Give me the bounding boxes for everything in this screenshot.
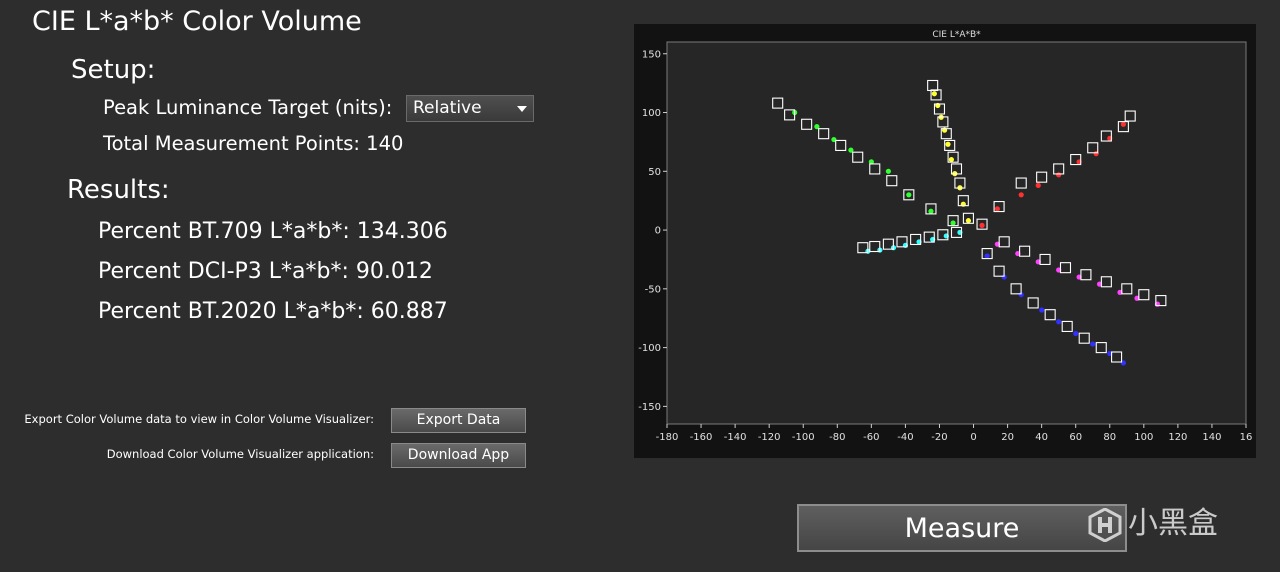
lab-chart: CIE L*A*B* -180 -160 -140 -120 -100 -80 -60 -40 -… [634,24,1256,458]
measure-button[interactable]: Measure [797,504,1127,552]
result-bt2020-value: 60.887 [370,299,448,324]
x-tick-label: 20 [1001,432,1014,443]
measured-point [928,208,934,214]
result-dcip3-value: 90.012 [355,259,433,284]
x-tick-label: 100 [1134,432,1153,443]
chart-title: CIE L*A*B* [932,30,981,40]
x-tick-label: 80 [1103,432,1116,443]
total-points-value: 140 [366,132,404,155]
result-bt2020: Percent BT.2020 L*a*b*: 60.887 [98,299,448,324]
peak-luminance-value: Relative [413,98,482,118]
measured-point [1073,330,1079,337]
x-tick-label: -180 [656,432,679,443]
y-tick-label: -150 [638,402,661,413]
x-tick-label: -20 [931,432,947,443]
x-tick-label: 16 [1240,432,1253,443]
y-tick-label: 150 [642,49,661,60]
lab-chart-svg: CIE L*A*B* -180 -160 -140 -120 -100 -80 -60 -40 -… [638,30,1253,443]
watermark: 小黑盒 [1088,498,1218,542]
watermark-logo-icon [1088,507,1122,542]
measured-point [1056,172,1062,178]
measured-point [1018,192,1024,198]
plot-area [666,41,1247,425]
peak-luminance-label: Peak Luminance Target (nits): [103,96,393,119]
measured-point [948,156,954,163]
x-tick-label: -40 [897,432,913,443]
setup-heading: Setup: [71,55,156,85]
result-dcip3-label: Percent DCI-P3 L*a*b*: [98,259,349,284]
export-data-button[interactable]: Export Data [391,408,526,433]
measured-point [885,168,891,174]
peak-luminance-select[interactable]: Relative [406,95,534,122]
result-bt709: Percent BT.709 L*a*b*: 134.306 [98,219,448,244]
x-tick-label: 60 [1069,432,1082,443]
y-tick-label: 100 [642,108,661,119]
measured-point [965,218,972,224]
watermark-text: 小黑盒 [1128,506,1218,541]
x-tick-label: -120 [758,432,781,443]
measured-point [984,253,990,259]
results-heading: Results: [67,175,170,205]
measured-point [945,141,951,147]
measured-point [1090,341,1096,347]
y-tick-label: 0 [655,226,661,237]
x-tick-label: 140 [1202,432,1221,443]
measured-point [1035,182,1041,188]
download-label: Download Color Volume Visualizer applica… [106,447,374,461]
measured-point [906,192,912,198]
x-tick-label: -80 [829,432,845,443]
measured-point [1039,307,1045,313]
measured-point [950,220,956,226]
download-app-button[interactable]: Download App [391,443,526,468]
x-tick-label: -160 [690,432,713,443]
dropdown-arrow-icon [517,106,527,112]
x-tick-label: -100 [792,432,815,443]
measured-point [931,91,937,97]
x-tick-label: -140 [724,432,747,443]
total-points-row: Total Measurement Points: 140 [103,132,403,155]
y-tick-label: 50 [648,167,661,178]
result-bt709-value: 134.306 [356,219,448,244]
measured-point [994,206,1000,212]
y-tick-label: -50 [645,284,661,295]
measured-point [1056,319,1062,325]
x-tick-label: 0 [970,432,976,443]
measured-point [1120,121,1126,127]
result-bt709-label: Percent BT.709 L*a*b*: [98,219,350,244]
x-tick-label: -60 [863,432,879,443]
export-label: Export Color Volume data to view in Colo… [24,412,374,426]
x-tick-label: 120 [1168,432,1187,443]
measured-point [979,222,985,228]
total-points-label: Total Measurement Points: [103,132,360,155]
y-tick-label: -100 [638,343,661,354]
result-bt2020-label: Percent BT.2020 L*a*b*: [98,299,364,324]
x-tick-label: 40 [1035,432,1048,443]
result-dcip3: Percent DCI-P3 L*a*b*: 90.012 [98,259,433,284]
app-title: CIE L*a*b* Color Volume [32,6,362,37]
